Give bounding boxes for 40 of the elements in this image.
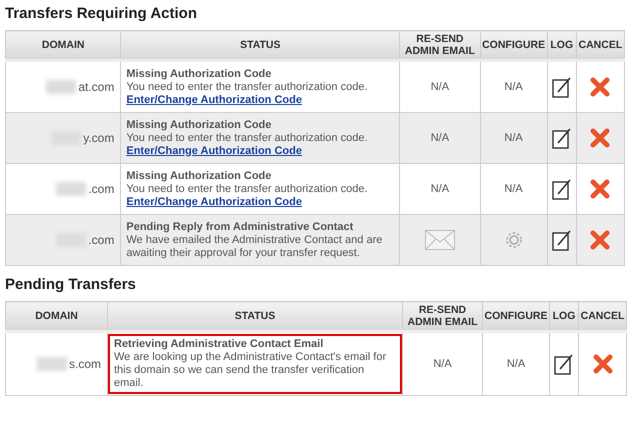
column-header: DOMAIN <box>6 30 121 60</box>
status-title: Missing Authorization Code <box>126 170 272 182</box>
na-text: N/A <box>430 183 450 195</box>
status-text: We are looking up the Administrative Contact's email for this domain so we can send the transfer verification email. <box>114 351 388 390</box>
column-header: CONFIGURE <box>482 302 550 332</box>
authorization-code-link[interactable]: Enter/Change Authorization Code <box>126 196 302 208</box>
na-text: N/A <box>504 183 523 195</box>
authorization-code-link[interactable]: Enter/Change Authorization Code <box>126 144 302 156</box>
column-header: LOG <box>547 30 576 60</box>
domain-name: s.com <box>68 357 101 371</box>
column-header: RE-SEND ADMIN EMAIL <box>400 30 480 60</box>
na-text: N/A <box>430 81 450 93</box>
na-text: N/A <box>430 132 450 144</box>
status-text: You need to enter the transfer authorization code. <box>126 182 369 196</box>
column-header: CANCEL <box>576 30 624 60</box>
status-text: You need to enter the transfer authorization code. <box>126 80 369 94</box>
na-text: N/A <box>506 358 526 370</box>
status-text: We have emailed the Administrative Contact and are awaiting their approval for your transfer request. <box>126 234 384 260</box>
na-text: N/A <box>504 81 523 93</box>
section-title: Transfers Requiring Action <box>5 5 198 22</box>
domain-name: .com <box>88 182 114 196</box>
column-header: RE-SEND ADMIN EMAIL <box>402 302 482 332</box>
status-title: Pending Reply from Administrative Contact <box>126 220 354 234</box>
status-title: Missing Authorization Code <box>126 68 272 80</box>
column-header: STATUS <box>108 302 402 332</box>
status-text: You need to enter the transfer authorization code. <box>126 132 369 144</box>
na-text: N/A <box>504 132 523 144</box>
column-header: LOG <box>550 302 578 332</box>
status-title: Retrieving Administrative Contact Email <box>114 338 324 351</box>
authorization-code-link[interactable]: Enter/Change Authorization Code <box>126 94 302 106</box>
column-header: STATUS <box>120 30 400 60</box>
domain-name: at.com <box>78 80 114 94</box>
na-text: N/A <box>433 358 452 370</box>
column-header: CONFIGURE <box>480 30 548 60</box>
domain-name: y.com <box>83 131 114 145</box>
column-header: CANCEL <box>578 302 626 332</box>
status-title: Missing Authorization Code <box>126 118 272 132</box>
domain-name: .com <box>88 233 114 247</box>
section-title: Pending Transfers <box>5 276 137 293</box>
column-header: DOMAIN <box>6 302 108 332</box>
